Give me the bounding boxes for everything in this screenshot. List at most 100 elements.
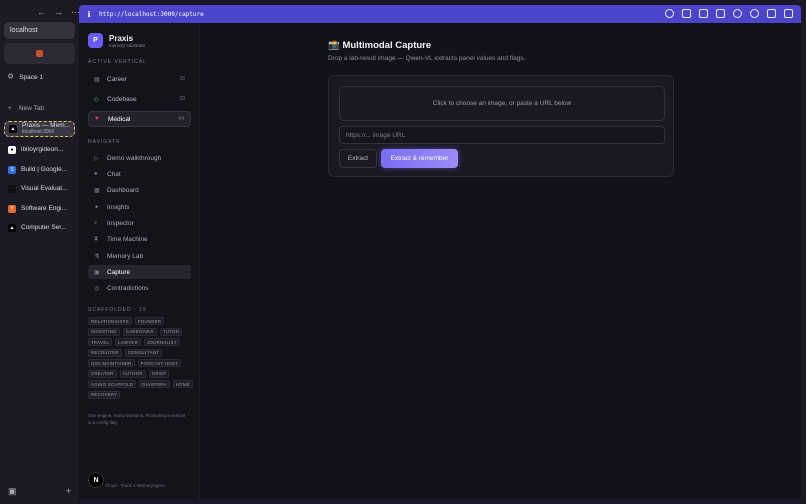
vertical-label: Medical [108, 115, 131, 123]
nav-chat[interactable]: ● Chat [88, 167, 191, 181]
nav-label: Chat [107, 170, 121, 178]
back-arrow-icon[interactable]: ← [37, 7, 46, 18]
address-url[interactable]: http://localhost:3000/capture [99, 11, 204, 18]
pinned-tab[interactable] [4, 43, 75, 64]
app: P Praxis memory substrate ACTIVE VERTICA… [79, 23, 801, 499]
sidebar-footer: Cloud · Track 1 MemoryAgent [105, 483, 165, 488]
browser-sidebar-footer: ▣ + [8, 486, 71, 497]
scaffold-tag[interactable]: FOUNDER [134, 317, 165, 325]
nav-label: Demo walkthrough [107, 154, 162, 162]
scaffold-tag[interactable]: RECOVERY [88, 390, 121, 399]
vertical-codebase[interactable]: ◇ Codebase 29 [88, 91, 191, 107]
scaffold-tag[interactable]: RECRUITER [88, 348, 122, 357]
nav-label: Contradictions [107, 284, 149, 292]
nav-label: Inspector [107, 219, 134, 227]
github-icon: ● [8, 145, 16, 154]
vertical-label: Codebase [107, 95, 137, 103]
nav-contradictions[interactable]: ◎ Contradictions [88, 281, 191, 295]
extract-button[interactable]: Extract [339, 149, 377, 168]
scaffold-tag[interactable]: RELATIONSHIPS [88, 317, 132, 325]
nav-label: Dashboard [107, 186, 139, 194]
scaffold-tag[interactable]: TUTOR [159, 327, 183, 336]
image-url-input[interactable]: https://... image URL [339, 126, 665, 144]
brand[interactable]: P Praxis memory substrate [88, 33, 145, 48]
scaffold-tag[interactable]: CONSULTANT [124, 348, 163, 357]
forward-arrow-icon[interactable]: → [54, 7, 63, 18]
heart-icon: ♥ [95, 116, 99, 122]
scaffold-tag[interactable]: CAREGIVER [122, 327, 157, 336]
nav-label: Insights [107, 203, 130, 211]
scaffolded-heading: SCAFFOLDED · 19 [88, 307, 147, 313]
browser-tab-github[interactable]: ● ibitoyrgideon... [4, 141, 75, 158]
app-sidebar: P Praxis memory substrate ACTIVE VERTICA… [79, 23, 200, 499]
pinned-favicon-icon [36, 50, 43, 57]
code-icon[interactable] [767, 9, 776, 18]
tab-title: Praxis — Mem... [22, 122, 71, 129]
browser-tab-build[interactable]: S Build | Google... [4, 161, 75, 178]
archive-icon[interactable]: ▣ [8, 486, 17, 497]
flask-icon: ⚗ [94, 253, 100, 260]
browser-sidebar: ← → ⋯ localhost ⛭ Space 1 + New Tab ▲ Pr… [0, 0, 80, 504]
scaffold-tag[interactable]: DIASPORA [139, 380, 170, 388]
vertical-count: 16 [179, 76, 185, 82]
add-icon[interactable]: + [66, 486, 71, 497]
split-view-icon[interactable] [784, 9, 793, 18]
browser-tab-praxis[interactable]: ▲ Praxis — Mem... localhost:3000 [4, 121, 75, 137]
tab-title: Computer Ser... [21, 224, 67, 231]
sidebar-note: One engine, many domains. Promoting a ve… [88, 413, 186, 425]
link-icon[interactable] [665, 9, 674, 18]
tab-subtitle: localhost:3000 [22, 129, 55, 135]
scaffold-tag[interactable]: PODCAST HOST [137, 359, 182, 367]
software-eng-favicon-icon: Y [8, 204, 16, 213]
browser-tab-software-eng[interactable]: Y Software Engi... [4, 200, 75, 217]
scaffold-tag[interactable]: HOME [172, 380, 193, 388]
settings-icon[interactable] [733, 9, 742, 18]
scaffold-tag[interactable]: TRAVEL [88, 338, 113, 346]
active-vertical-heading: ACTIVE VERTICAL [88, 59, 147, 65]
nav-label: Time Machine [107, 235, 148, 243]
visual-eval-favicon-icon [8, 184, 16, 193]
main-content: 📸 Multimodal Capture Drop a lab-result i… [200, 23, 801, 499]
capture-card: Click to choose an image, or paste a URL… [328, 75, 674, 177]
scaffold-tag[interactable]: GRIEF [148, 369, 170, 378]
nav-time-machine[interactable]: ⧗ Time Machine [88, 232, 191, 246]
vertical-count: 29 [179, 96, 185, 102]
image-dropzone[interactable]: Click to choose an image, or paste a URL… [339, 86, 665, 121]
nav-dashboard[interactable]: ▦ Dashboard [88, 183, 191, 197]
chat-icon: ● [94, 171, 98, 177]
nav-memory-lab[interactable]: ⚗ Memory Lab [88, 249, 191, 263]
hourglass-icon: ⧗ [94, 235, 99, 242]
scaffold-tag[interactable]: CREATOR [88, 369, 117, 378]
camera-icon[interactable] [699, 9, 708, 18]
browser-url-bar[interactable]: localhost [4, 22, 75, 39]
browser-tab-computer-ser[interactable]: ▲ Computer Ser... [4, 219, 75, 236]
page-title: 📸 Multimodal Capture [328, 40, 432, 51]
navigate-heading: NAVIGATE [88, 139, 121, 145]
computer-ser-favicon-icon: ▲ [8, 223, 16, 232]
code-icon: ◇ [94, 96, 99, 103]
new-tab-button[interactable]: + New Tab [8, 105, 44, 112]
space-switcher[interactable]: ⛭ Space 1 [8, 73, 43, 81]
scaffold-tag[interactable]: AGING SCAFFOLD [88, 380, 137, 388]
site-info-icon[interactable]: ℹ [79, 10, 99, 19]
address-bar[interactable]: ℹ http://localhost:3000/capture [79, 5, 801, 23]
camera-icon: ▣ [94, 269, 100, 276]
tab-title: Software Engi... [21, 205, 67, 212]
nav-insights[interactable]: ✦ Insights [88, 200, 191, 214]
nav-capture[interactable]: ▣ Capture [88, 265, 191, 279]
extract-remember-button[interactable]: Extract & remember [381, 149, 458, 168]
extension-icon[interactable] [750, 9, 759, 18]
nav-demo-walkthrough[interactable]: ▷ Demo walkthrough [88, 151, 191, 165]
nav-inspector[interactable]: ⌕ Inspector [88, 216, 191, 230]
screenshot-icon[interactable] [682, 9, 691, 18]
next-logo-icon[interactable]: N [88, 472, 104, 488]
scaffold-tag[interactable]: OSS MAINTAINER [88, 359, 135, 367]
browser-tab-visual-eval[interactable]: Visual Evaluat... [4, 180, 75, 197]
scaffold-tag[interactable]: INVESTING [88, 327, 120, 336]
scaffold-tag[interactable]: LAWYER [115, 338, 141, 346]
vertical-career[interactable]: ▤ Career 16 [88, 71, 191, 87]
reader-icon[interactable] [716, 9, 725, 18]
scaffold-tag[interactable]: JOURNALIST [144, 338, 180, 346]
vertical-medical[interactable]: ♥ Medical 64 [88, 111, 191, 127]
scaffold-tag[interactable]: AUTHOR [119, 369, 146, 378]
